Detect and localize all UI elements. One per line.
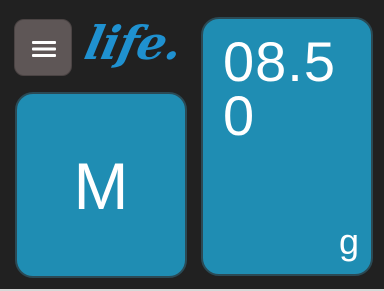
mode-button[interactable]: M <box>15 92 187 278</box>
weight-unit: g <box>338 221 359 262</box>
life-logo: life. <box>80 15 192 79</box>
hamburger-menu-icon <box>32 41 56 57</box>
weight-display: 08.50 g <box>201 17 373 276</box>
scale-screen: life. M 08.50 g <box>0 0 384 291</box>
weight-value: 08.50 <box>223 30 336 147</box>
mode-label: M <box>73 149 129 223</box>
logo-text: life. <box>80 16 187 70</box>
menu-button[interactable] <box>14 19 72 76</box>
